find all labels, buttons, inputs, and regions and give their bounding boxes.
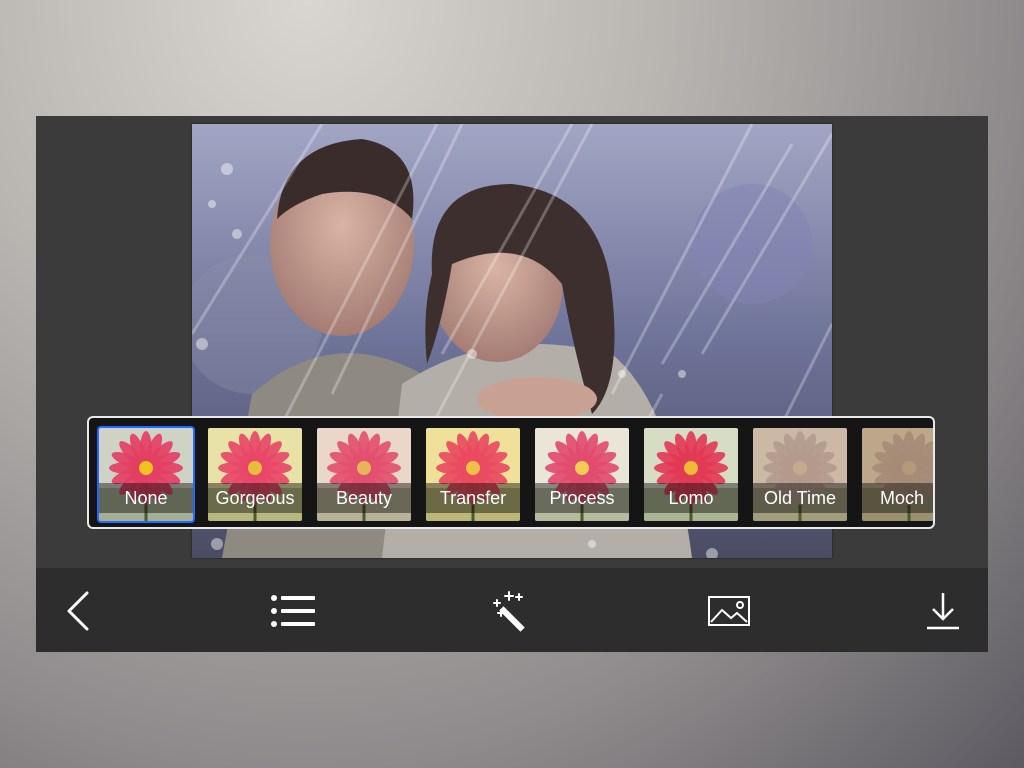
filter-thumb[interactable]: Beauty	[317, 428, 411, 521]
filter-thumb[interactable]: Old Time	[753, 428, 847, 521]
filter-label: Old Time	[753, 483, 847, 513]
editor-canvas-area: None Gorgeous Beauty Transfer Process Lo…	[36, 116, 988, 568]
filter-label: Gorgeous	[208, 483, 302, 513]
filter-thumb[interactable]: Transfer	[426, 428, 520, 521]
filter-thumb[interactable]: None	[97, 426, 195, 523]
filter-label: Moch	[862, 483, 933, 513]
filter-thumb[interactable]: Process	[535, 428, 629, 521]
gallery-button[interactable]	[704, 588, 754, 634]
app-screen: None Gorgeous Beauty Transfer Process Lo…	[36, 116, 988, 652]
filter-thumbnail-list: None Gorgeous Beauty Transfer Process Lo…	[97, 426, 933, 523]
list-icon	[271, 595, 315, 627]
magic-wand-icon	[493, 591, 525, 632]
filter-label: Transfer	[426, 483, 520, 513]
filter-strip[interactable]: None Gorgeous Beauty Transfer Process Lo…	[87, 416, 935, 529]
filter-thumb[interactable]: Gorgeous	[208, 428, 302, 521]
chevron-left-icon	[67, 591, 89, 631]
bottom-toolbar	[36, 568, 988, 652]
effects-button[interactable]	[486, 588, 536, 634]
filter-thumb[interactable]: Lomo	[644, 428, 738, 521]
filter-label: Lomo	[644, 483, 738, 513]
save-button[interactable]	[918, 588, 968, 634]
filter-label: Process	[535, 483, 629, 513]
filter-thumb[interactable]: Moch	[862, 428, 933, 521]
filter-label: Beauty	[317, 483, 411, 513]
download-icon	[927, 593, 959, 630]
back-button[interactable]	[53, 588, 103, 634]
list-button[interactable]	[268, 588, 318, 634]
image-icon	[708, 596, 750, 626]
filter-label: None	[99, 483, 193, 513]
